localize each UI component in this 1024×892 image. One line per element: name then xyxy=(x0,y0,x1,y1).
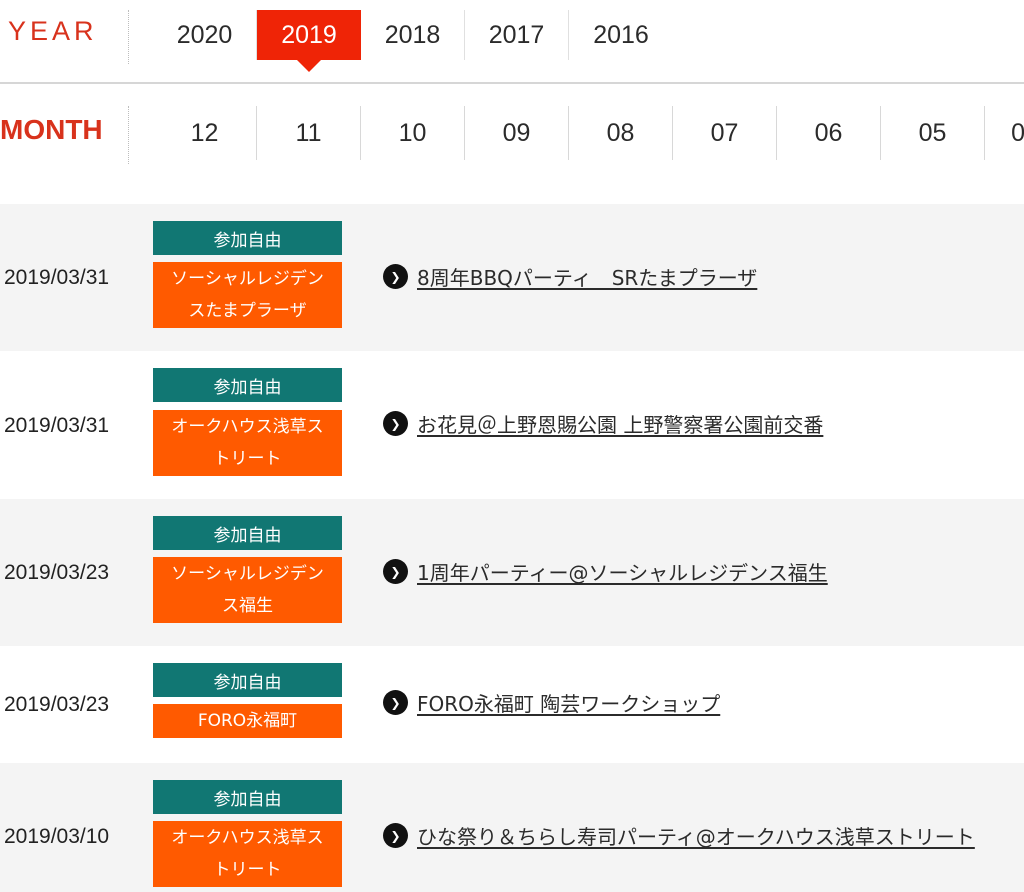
month-tabs: 12 11 10 09 08 07 06 05 0 xyxy=(153,106,1024,160)
year-nav-divider xyxy=(128,10,129,64)
year-nav: YEAR 2020 2019 2018 2017 2016 xyxy=(0,0,1024,84)
event-list: 2019/03/31 参加自由 ソーシャルレジデンスたまプラーザ ❯ 8周年BB… xyxy=(0,204,1024,892)
chevron-right-circle-icon: ❯ xyxy=(383,559,408,584)
event-row: 2019/03/31 参加自由 ソーシャルレジデンスたまプラーザ ❯ 8周年BB… xyxy=(0,204,1024,351)
participation-tag: 参加自由 xyxy=(153,221,342,255)
event-title[interactable]: 1周年パーティー@ソーシャルレジデンス福生 xyxy=(417,557,828,586)
event-title[interactable]: ひな祭り＆ちらし寿司パーティ@オークハウス浅草ストリート xyxy=(417,821,975,850)
chevron-right-circle-icon: ❯ xyxy=(383,411,408,436)
year-nav-label: YEAR xyxy=(8,16,98,46)
year-tab-2016[interactable]: 2016 xyxy=(569,10,673,60)
chevron-right-circle-icon: ❯ xyxy=(383,823,408,848)
event-date: 2019/03/31 xyxy=(4,266,110,289)
event-title[interactable]: 8周年BBQパーティ SRたまプラーザ xyxy=(417,262,757,291)
month-tab-partial[interactable]: 0 xyxy=(985,106,1024,160)
event-date: 2019/03/23 xyxy=(4,561,110,584)
event-link[interactable]: ❯ FORO永福町 陶芸ワークショップ xyxy=(383,688,720,717)
event-row: 2019/03/23 参加自由 ソーシャルレジデンス福生 ❯ 1周年パーティー@… xyxy=(0,499,1024,646)
year-tab-2018[interactable]: 2018 xyxy=(361,10,465,60)
year-tab-2020[interactable]: 2020 xyxy=(153,10,257,60)
place-tag: FORO永福町 xyxy=(153,704,342,738)
event-link[interactable]: ❯ 8周年BBQパーティ SRたまプラーザ xyxy=(383,262,757,291)
place-tag: ソーシャルレジデンス福生 xyxy=(153,557,342,623)
place-tag: オークハウス浅草ストリート xyxy=(153,410,342,476)
participation-tag: 参加自由 xyxy=(153,516,342,550)
month-nav: MONTH 12 11 10 09 08 07 06 05 0 xyxy=(0,84,1024,204)
month-tab-10[interactable]: 10 xyxy=(361,106,465,160)
month-tab-06[interactable]: 06 xyxy=(777,106,881,160)
month-tab-05[interactable]: 05 xyxy=(881,106,985,160)
month-tab-07[interactable]: 07 xyxy=(673,106,777,160)
year-tab-2019[interactable]: 2019 xyxy=(257,10,361,72)
month-tab-09[interactable]: 09 xyxy=(465,106,569,160)
place-tag: ソーシャルレジデンスたまプラーザ xyxy=(153,262,342,328)
event-link[interactable]: ❯ ひな祭り＆ちらし寿司パーティ@オークハウス浅草ストリート xyxy=(383,821,1024,850)
event-date: 2019/03/31 xyxy=(4,414,110,437)
chevron-right-circle-icon: ❯ xyxy=(383,264,408,289)
event-link[interactable]: ❯ 1周年パーティー@ソーシャルレジデンス福生 xyxy=(383,557,828,586)
event-title[interactable]: FORO永福町 陶芸ワークショップ xyxy=(417,688,720,717)
event-link[interactable]: ❯ お花見＠上野恩賜公園 上野警察署公園前交番 xyxy=(383,409,823,438)
participation-tag: 参加自由 xyxy=(153,368,342,402)
year-tabs: 2020 2019 2018 2017 2016 xyxy=(153,10,673,72)
participation-tag: 参加自由 xyxy=(153,780,342,814)
month-tab-11[interactable]: 11 xyxy=(257,106,361,160)
event-date: 2019/03/23 xyxy=(4,693,110,716)
month-nav-divider xyxy=(128,106,129,164)
month-nav-label: MONTH xyxy=(0,114,103,145)
month-tab-12[interactable]: 12 xyxy=(153,106,257,160)
event-row: 2019/03/31 参加自由 オークハウス浅草ストリート ❯ お花見＠上野恩賜… xyxy=(0,351,1024,499)
event-date: 2019/03/10 xyxy=(4,825,110,848)
event-row: 2019/03/10 参加自由 オークハウス浅草ストリート ❯ ひな祭り＆ちらし… xyxy=(0,763,1024,892)
month-tab-08[interactable]: 08 xyxy=(569,106,673,160)
participation-tag: 参加自由 xyxy=(153,663,342,697)
chevron-right-circle-icon: ❯ xyxy=(383,690,408,715)
event-title[interactable]: お花見＠上野恩賜公園 上野警察署公園前交番 xyxy=(417,409,823,438)
year-tab-2017[interactable]: 2017 xyxy=(465,10,569,60)
event-row: 2019/03/23 参加自由 FORO永福町 ❯ FORO永福町 陶芸ワークシ… xyxy=(0,646,1024,763)
place-tag: オークハウス浅草ストリート xyxy=(153,821,342,887)
